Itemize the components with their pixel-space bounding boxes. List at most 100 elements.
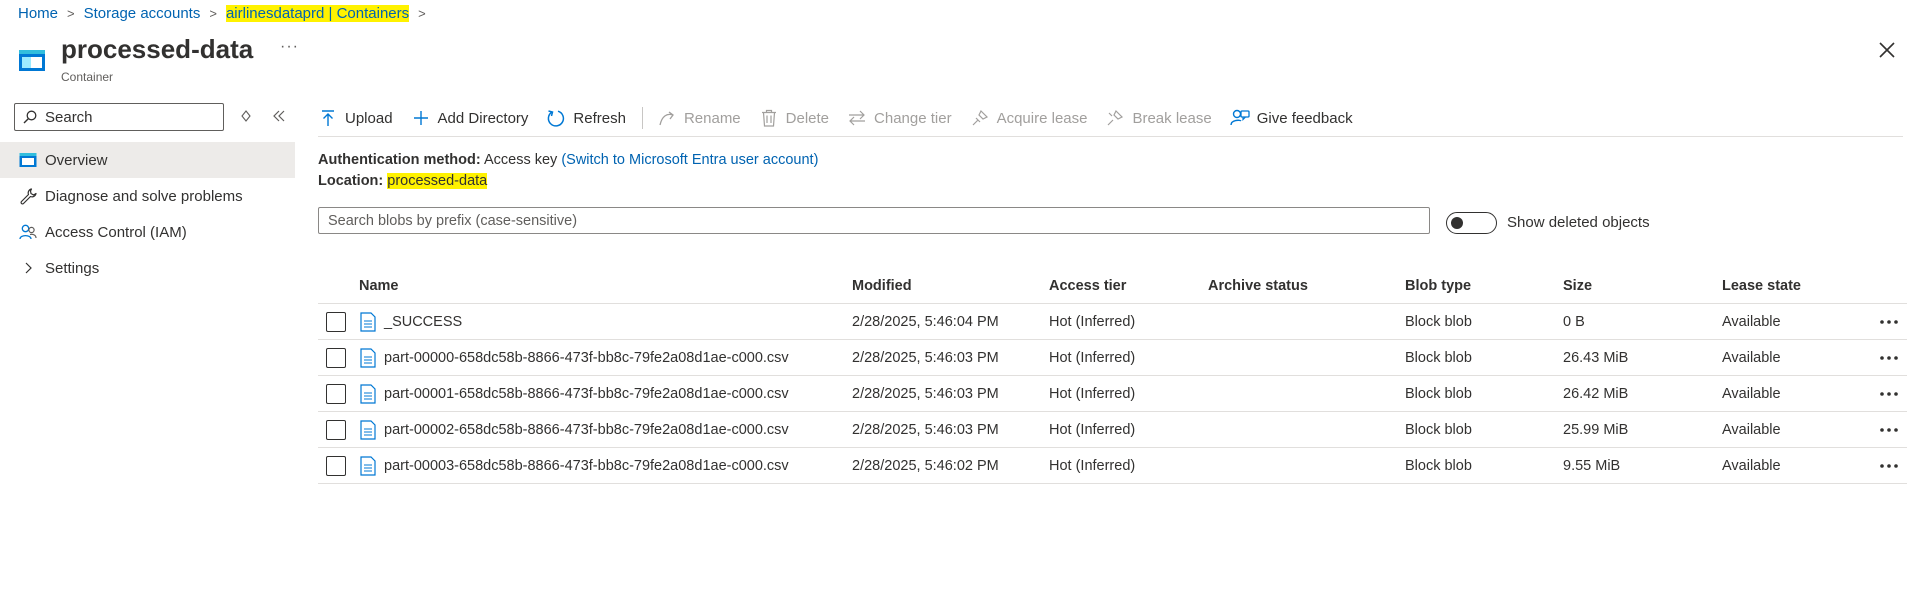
file-icon xyxy=(360,347,376,368)
add-directory-button[interactable]: Add Directory xyxy=(411,108,528,128)
column-header-lease-state[interactable]: Lease state xyxy=(1722,278,1870,294)
table-row[interactable]: _SUCCESS 2/28/2025, 5:46:04 PM Hot (Infe… xyxy=(318,304,1907,340)
breadcrumb-containers[interactable]: airlinesdataprd | Containers xyxy=(225,4,410,22)
breadcrumb-home[interactable]: Home xyxy=(18,5,58,22)
sidebar-item-settings[interactable]: Settings xyxy=(0,250,295,286)
column-header-access-tier[interactable]: Access tier xyxy=(1049,278,1208,294)
table-row[interactable]: part-00002-658dc58b-8866-473f-bb8c-79fe2… xyxy=(318,412,1907,448)
blob-type-cell: Block blob xyxy=(1405,313,1472,330)
blob-name-link[interactable]: part-00003-658dc58b-8866-473f-bb8c-79fe2… xyxy=(384,458,789,474)
rename-button[interactable]: Rename xyxy=(657,108,741,128)
column-header-size[interactable]: Size xyxy=(1563,278,1722,294)
row-check-cell xyxy=(318,347,359,368)
toolbar-divider-line xyxy=(318,136,1903,137)
column-header-blob-type[interactable]: Blob type xyxy=(1405,278,1563,294)
blob-search[interactable] xyxy=(318,207,1430,234)
sidebar-item-overview[interactable]: Overview xyxy=(0,142,295,178)
row-checkbox[interactable] xyxy=(326,419,346,440)
name-cell: part-00000-658dc58b-8866-473f-bb8c-79fe2… xyxy=(359,347,852,368)
modified-cell: 2/28/2025, 5:46:02 PM xyxy=(852,457,999,474)
sidebar-item-label: Diagnose and solve problems xyxy=(45,187,243,205)
more-options-icon[interactable]: ··· xyxy=(280,38,299,56)
delete-button[interactable]: Delete xyxy=(759,108,829,128)
size-cell: 25.99 MiB xyxy=(1563,421,1629,438)
container-icon xyxy=(18,150,38,170)
sidebar-item-label: Settings xyxy=(45,259,100,277)
row-checkbox[interactable] xyxy=(326,311,346,332)
size-cell: 26.42 MiB xyxy=(1563,385,1629,402)
collapse-sidebar-icon[interactable] xyxy=(271,108,287,124)
location-label: Location: xyxy=(318,173,384,189)
blob-name-link[interactable]: part-00001-658dc58b-8866-473f-bb8c-79fe2… xyxy=(384,386,789,402)
blob-name-link[interactable]: part-00002-658dc58b-8866-473f-bb8c-79fe2… xyxy=(384,422,789,438)
chevron-right-icon: > xyxy=(67,5,75,21)
row-more-icon[interactable] xyxy=(1870,319,1907,325)
sort-icon[interactable] xyxy=(238,108,254,124)
chevron-right-icon: > xyxy=(209,5,217,21)
file-icon xyxy=(360,383,376,404)
blob-name-link[interactable]: _SUCCESS xyxy=(384,314,462,330)
row-checkbox[interactable] xyxy=(326,455,346,476)
table-row[interactable]: part-00001-658dc58b-8866-473f-bb8c-79fe2… xyxy=(318,376,1907,412)
row-check-cell xyxy=(318,383,359,404)
modified-cell: 2/28/2025, 5:46:03 PM xyxy=(852,385,999,402)
upload-label: Upload xyxy=(345,109,393,127)
lease-state-cell: Available xyxy=(1722,457,1781,474)
row-more-icon[interactable] xyxy=(1870,391,1907,397)
switch-auth-link[interactable]: (Switch to Microsoft Entra user account) xyxy=(561,152,818,168)
command-bar: Upload Add Directory Refresh Rename Dele… xyxy=(318,103,1903,133)
refresh-label: Refresh xyxy=(573,109,626,127)
sidebar-item-diagnose[interactable]: Diagnose and solve problems xyxy=(0,178,295,214)
break-lease-button[interactable]: Break lease xyxy=(1105,108,1212,128)
acquire-lease-label: Acquire lease xyxy=(996,109,1088,127)
breadcrumb-storage-accounts[interactable]: Storage accounts xyxy=(84,5,201,22)
column-header-modified[interactable]: Modified xyxy=(852,278,1049,294)
lease-state-cell: Available xyxy=(1722,421,1781,438)
lease-icon xyxy=(970,108,990,128)
sidebar-search[interactable] xyxy=(14,103,224,131)
plus-icon xyxy=(411,108,431,128)
column-header-archive-status[interactable]: Archive status xyxy=(1208,278,1405,294)
table-row[interactable]: part-00000-658dc58b-8866-473f-bb8c-79fe2… xyxy=(318,340,1907,376)
refresh-button[interactable]: Refresh xyxy=(546,108,626,128)
feedback-icon xyxy=(1229,108,1250,128)
name-cell: _SUCCESS xyxy=(359,311,852,332)
break-lease-icon xyxy=(1105,108,1125,128)
row-more-icon[interactable] xyxy=(1870,427,1907,433)
row-check-cell xyxy=(318,419,359,440)
acquire-lease-button[interactable]: Acquire lease xyxy=(970,108,1088,128)
row-checkbox[interactable] xyxy=(326,383,346,404)
people-icon xyxy=(18,222,38,242)
row-checkbox[interactable] xyxy=(326,347,346,368)
sidebar-item-iam[interactable]: Access Control (IAM) xyxy=(0,214,295,250)
modified-cell: 2/28/2025, 5:46:03 PM xyxy=(852,349,999,366)
page-subtitle: Container xyxy=(61,70,114,84)
blob-type-cell: Block blob xyxy=(1405,421,1472,438)
upload-button[interactable]: Upload xyxy=(318,108,393,128)
give-feedback-button[interactable]: Give feedback xyxy=(1229,108,1353,128)
change-tier-button[interactable]: Change tier xyxy=(847,108,952,128)
file-icon xyxy=(360,455,376,476)
delete-label: Delete xyxy=(785,109,830,127)
row-more-icon[interactable] xyxy=(1870,463,1907,469)
show-deleted-toggle[interactable] xyxy=(1446,212,1497,234)
wrench-icon xyxy=(18,186,38,206)
row-more-icon[interactable] xyxy=(1870,355,1907,361)
break-lease-label: Break lease xyxy=(1132,109,1212,127)
name-cell: part-00002-658dc58b-8866-473f-bb8c-79fe2… xyxy=(359,419,852,440)
access-tier-cell: Hot (Inferred) xyxy=(1049,385,1136,402)
close-icon[interactable] xyxy=(1875,38,1899,62)
access-tier-cell: Hot (Inferred) xyxy=(1049,313,1136,330)
blob-search-input[interactable] xyxy=(328,212,1429,229)
column-header-name[interactable]: Name xyxy=(359,278,852,294)
auth-method-label: Authentication method: xyxy=(318,152,481,168)
sidebar-search-input[interactable] xyxy=(45,108,215,126)
trash-icon xyxy=(759,108,779,128)
blob-table: Name Modified Access tier Archive status… xyxy=(318,268,1907,484)
blob-name-link[interactable]: part-00000-658dc58b-8866-473f-bb8c-79fe2… xyxy=(384,350,789,366)
breadcrumb: Home > Storage accounts > airlinesdatapr… xyxy=(18,2,435,24)
toggle-knob xyxy=(1451,217,1463,229)
blob-type-cell: Block blob xyxy=(1405,385,1472,402)
location-value: processed-data xyxy=(387,173,488,189)
table-row[interactable]: part-00003-658dc58b-8866-473f-bb8c-79fe2… xyxy=(318,448,1907,484)
